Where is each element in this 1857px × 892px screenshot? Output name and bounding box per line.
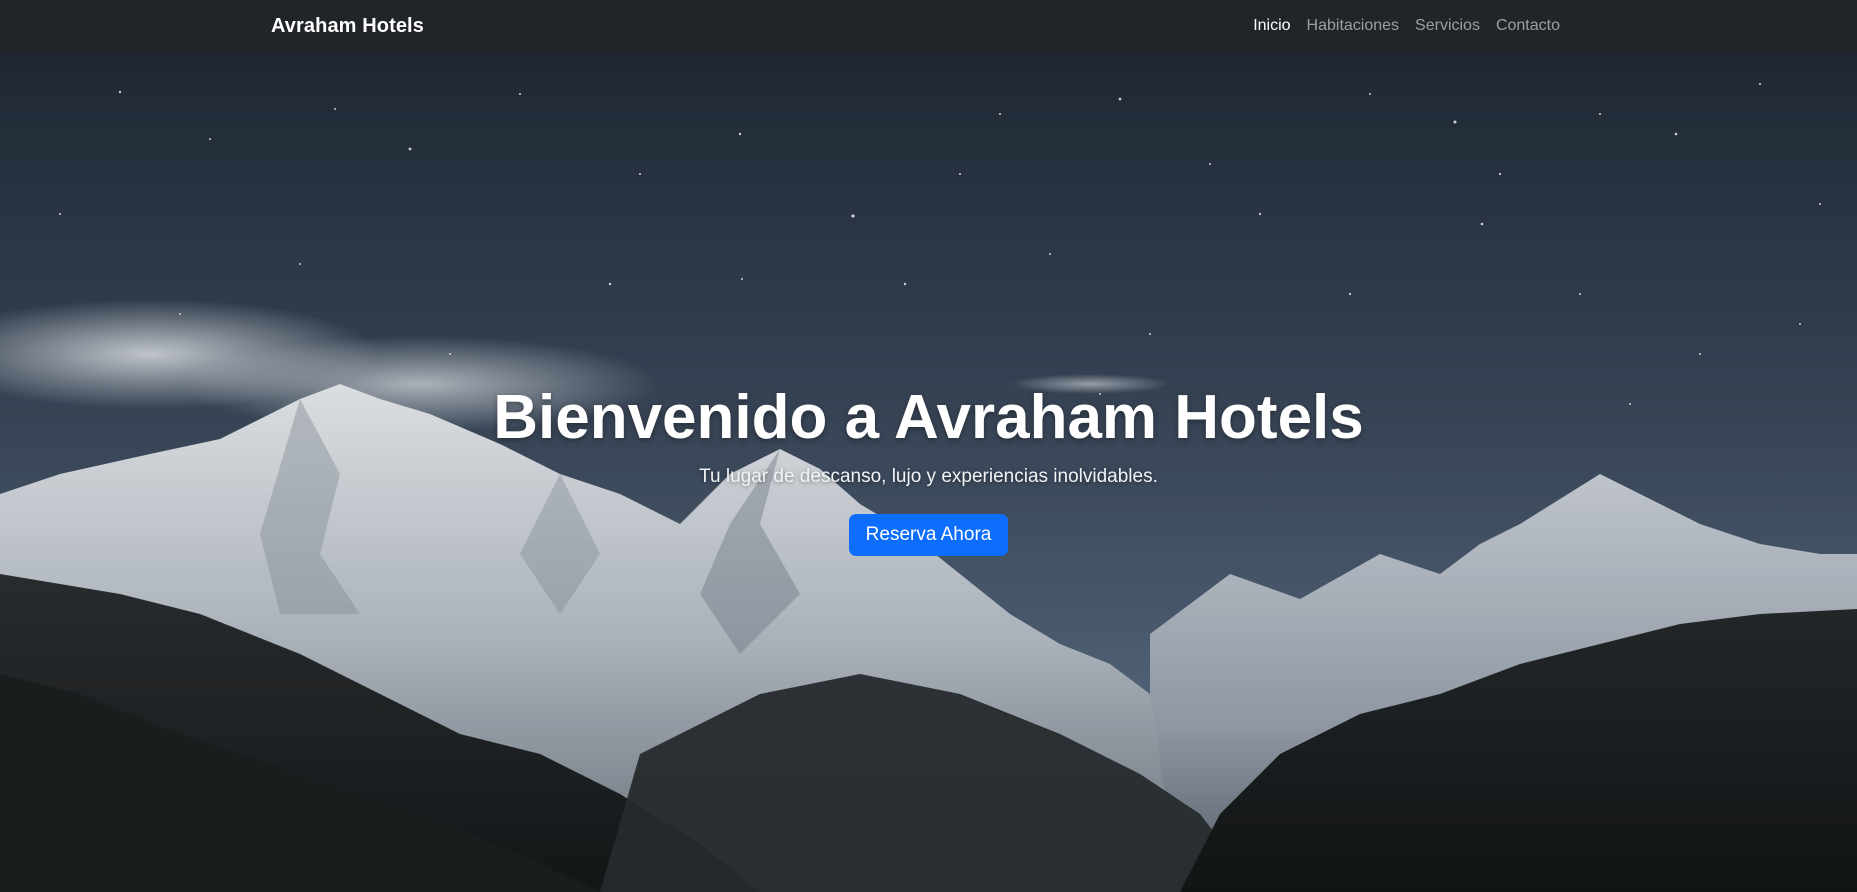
brand-logo[interactable]: Avraham Hotels [271, 15, 424, 38]
top-navbar: Avraham Hotels Inicio Habitaciones Servi… [0, 0, 1857, 54]
hero-section: Bienvenido a Avraham Hotels Tu lugar de … [0, 54, 1857, 892]
hero-subtitle: Tu lugar de descanso, lujo y experiencia… [699, 466, 1158, 488]
hero-content: Bienvenido a Avraham Hotels Tu lugar de … [0, 383, 1857, 557]
nav-link-contacto[interactable]: Contacto [1496, 17, 1560, 35]
landing-page: Avraham Hotels Inicio Habitaciones Servi… [0, 0, 1857, 892]
nav-link-inicio[interactable]: Inicio [1253, 17, 1290, 35]
hero-title: Bienvenido a Avraham Hotels [493, 383, 1364, 452]
nav-links: Inicio Habitaciones Servicios Contacto [1253, 17, 1560, 35]
reserve-now-button[interactable]: Reserva Ahora [848, 514, 1009, 557]
nav-link-habitaciones[interactable]: Habitaciones [1307, 17, 1400, 35]
nav-link-servicios[interactable]: Servicios [1415, 17, 1480, 35]
